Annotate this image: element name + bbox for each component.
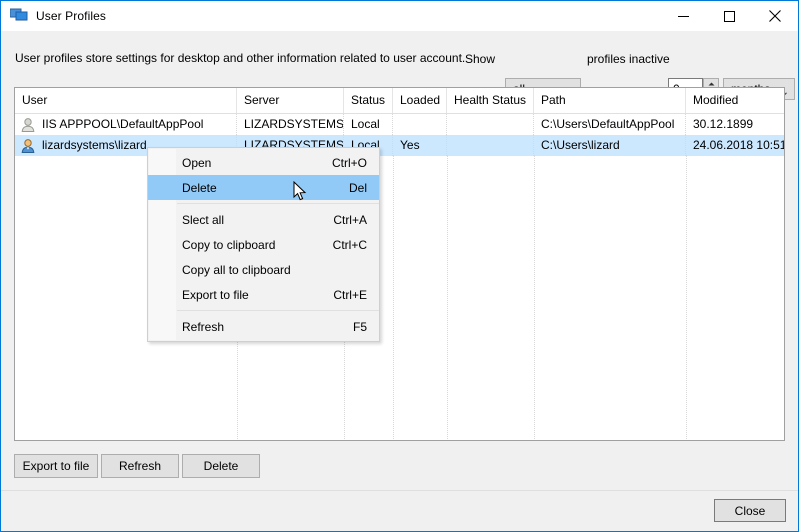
menu-item-accelerator: Ctrl+A bbox=[333, 213, 367, 227]
grid-lines bbox=[15, 113, 784, 441]
window-title: User Profiles bbox=[36, 9, 106, 23]
description-text: User profiles store settings for desktop… bbox=[15, 51, 465, 65]
close-dialog-button[interactable]: Close bbox=[714, 499, 786, 522]
cell-loaded: Yes bbox=[393, 135, 447, 156]
cell-modified: 30.12.1899 bbox=[686, 114, 784, 135]
menu-item-refresh[interactable]: Refresh F5 bbox=[148, 314, 379, 339]
menu-item-accelerator: Ctrl+E bbox=[333, 288, 367, 302]
cell-path: C:\Users\lizard bbox=[534, 135, 686, 156]
table-row[interactable]: IIS APPPOOL\DefaultAppPoolLIZARDSYSTEMSL… bbox=[15, 114, 784, 135]
list-header-row: UserServerStatusLoadedHealth StatusPathM… bbox=[15, 88, 784, 114]
cell-health-status bbox=[447, 135, 534, 156]
window-controls bbox=[660, 1, 798, 31]
column-header-health-status[interactable]: Health Status bbox=[447, 88, 534, 113]
list-body: IIS APPPOOL\DefaultAppPoolLIZARDSYSTEMSL… bbox=[15, 114, 784, 156]
menu-separator bbox=[177, 310, 379, 311]
table-row[interactable]: lizardsystems\lizardLIZARDSYSTEMSLocalYe… bbox=[15, 135, 784, 156]
column-header-modified[interactable]: Modified bbox=[686, 88, 784, 113]
cell-user: IIS APPPOOL\DefaultAppPool bbox=[15, 114, 237, 135]
menu-item-label: Refresh bbox=[182, 320, 224, 334]
menu-item-label: Slect all bbox=[182, 213, 224, 227]
close-button[interactable] bbox=[752, 1, 798, 31]
footer-bar bbox=[1, 490, 798, 532]
grid-line bbox=[447, 155, 449, 441]
menu-item-open[interactable]: Open Ctrl+O bbox=[148, 150, 379, 175]
menu-item-label: Export to file bbox=[182, 288, 249, 302]
grid-line bbox=[686, 155, 688, 441]
menu-item-copy-to-clipboard[interactable]: Copy to clipboard Ctrl+C bbox=[148, 232, 379, 257]
menu-item-delete[interactable]: Delete Del bbox=[148, 175, 379, 200]
monitors-icon bbox=[10, 8, 28, 24]
filter-toolbar: User profiles store settings for desktop… bbox=[1, 31, 798, 83]
grid-line bbox=[534, 155, 536, 441]
minimize-button[interactable] bbox=[660, 1, 706, 31]
column-header-user[interactable]: User bbox=[15, 88, 237, 113]
cell-loaded bbox=[393, 114, 447, 135]
cell-health-status bbox=[447, 114, 534, 135]
menu-item-accelerator: F5 bbox=[353, 320, 367, 334]
show-label: Show bbox=[465, 52, 495, 66]
column-header-loaded[interactable]: Loaded bbox=[393, 88, 447, 113]
menu-item-copy-all-to-clipboard[interactable]: Copy all to clipboard bbox=[148, 257, 379, 282]
menu-item-label: Open bbox=[182, 156, 211, 170]
profiles-list[interactable]: UserServerStatusLoadedHealth StatusPathM… bbox=[14, 87, 785, 441]
refresh-button[interactable]: Refresh bbox=[101, 454, 179, 478]
cell-server: LIZARDSYSTEMS bbox=[237, 114, 344, 135]
export-to-file-button[interactable]: Export to file bbox=[14, 454, 98, 478]
menu-item-export-to-file[interactable]: Export to file Ctrl+E bbox=[148, 282, 379, 307]
column-header-server[interactable]: Server bbox=[237, 88, 344, 113]
grid-line bbox=[393, 155, 395, 441]
title-bar: User Profiles bbox=[1, 1, 798, 31]
menu-item-slect-all[interactable]: Slect all Ctrl+A bbox=[148, 207, 379, 232]
cell-path: C:\Users\DefaultAppPool bbox=[534, 114, 686, 135]
cell-modified: 24.06.2018 10:51:44 bbox=[686, 135, 784, 156]
column-header-path[interactable]: Path bbox=[534, 88, 686, 113]
menu-item-accelerator: Ctrl+O bbox=[332, 156, 367, 170]
context-menu[interactable]: Open Ctrl+O Delete Del Slect all Ctrl+A Copy t… bbox=[147, 147, 380, 342]
column-header-status[interactable]: Status bbox=[344, 88, 393, 113]
delete-button[interactable]: Delete bbox=[182, 454, 260, 478]
user-profiles-window: User Profiles User profiles store settin… bbox=[0, 0, 799, 532]
menu-item-accelerator: Ctrl+C bbox=[333, 238, 367, 252]
maximize-button[interactable] bbox=[706, 1, 752, 31]
menu-item-label: Copy to clipboard bbox=[182, 238, 275, 252]
cell-status: Local bbox=[344, 114, 393, 135]
menu-item-label: Delete bbox=[182, 181, 217, 195]
menu-separator bbox=[177, 203, 379, 204]
menu-item-label: Copy all to clipboard bbox=[182, 263, 291, 277]
profiles-inactive-label: profiles inactive bbox=[587, 52, 670, 66]
menu-item-accelerator: Del bbox=[349, 181, 367, 195]
